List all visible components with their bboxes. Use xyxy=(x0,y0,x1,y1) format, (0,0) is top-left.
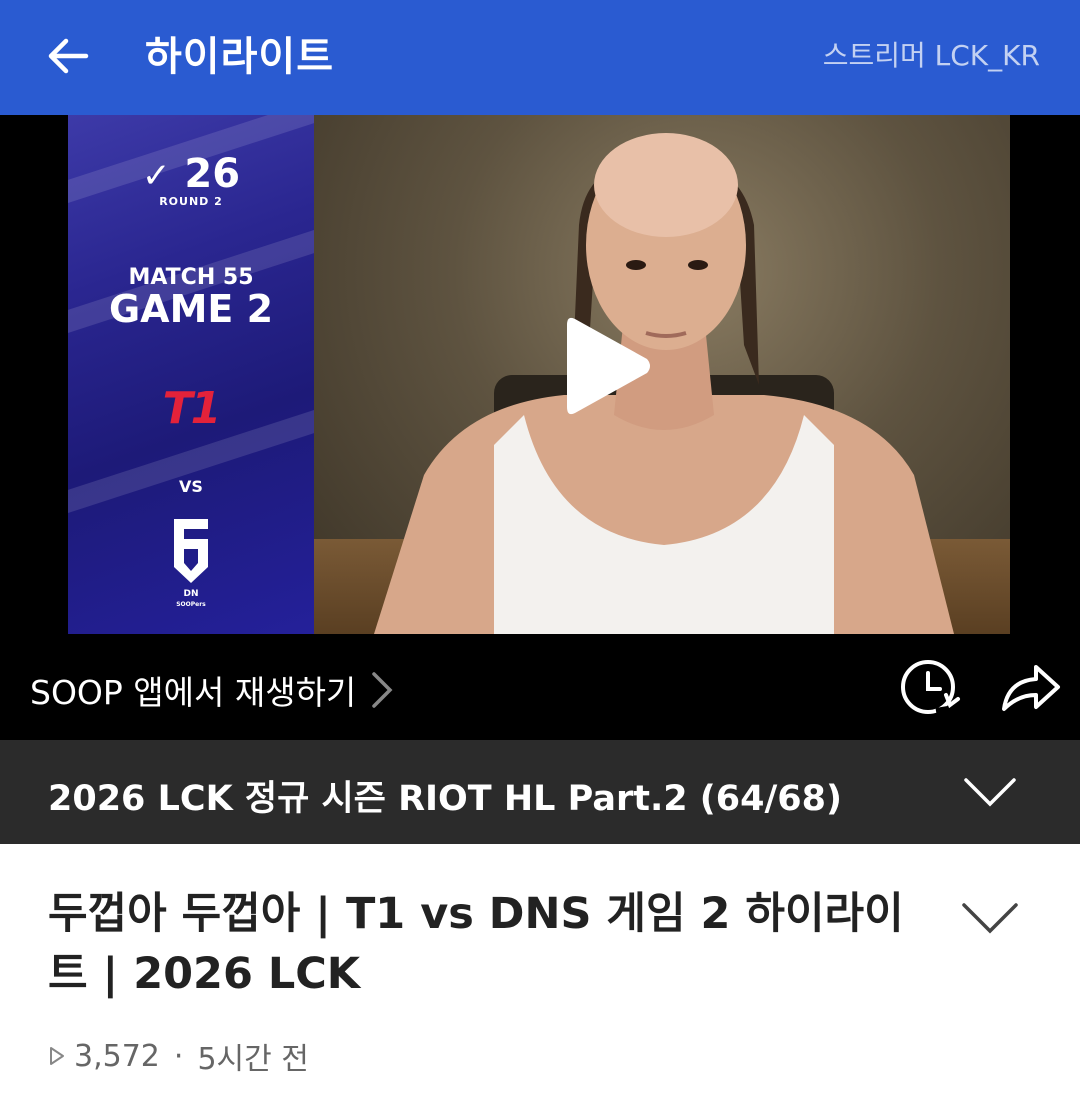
back-button[interactable] xyxy=(40,28,96,84)
thumbnail-photo xyxy=(314,115,1010,634)
page-title: 하이라이트 xyxy=(145,34,334,80)
season-logo-mark: ✓ xyxy=(141,156,171,196)
streamer-link[interactable]: 스트리머 LCK_KR xyxy=(823,34,1040,74)
expand-description-chevron-icon[interactable] xyxy=(960,893,1020,943)
open-in-app-link[interactable]: SOOP 앱에서 재생하기 xyxy=(30,666,394,714)
playlist-title: 2026 LCK 정규 시즌 RIOT HL Part.2 (64/68) xyxy=(48,779,842,819)
team2-label: DN xyxy=(183,589,199,599)
video-player[interactable]: ✓ 26 ROUND 2 MATCH 55 GAME 2 T1 VS DN SO… xyxy=(0,115,1080,740)
chevron-right-icon xyxy=(372,672,393,708)
game-label: GAME 2 xyxy=(108,287,274,331)
share-icon[interactable] xyxy=(998,655,1062,719)
open-in-app-label: SOOP 앱에서 재생하기 xyxy=(30,673,357,712)
video-meta: 3,572 · 5시간 전 xyxy=(48,1034,309,1078)
chevron-down-icon[interactable] xyxy=(962,768,1018,816)
upload-time: 5시간 전 xyxy=(197,1042,309,1077)
view-count: 3,572 xyxy=(74,1038,160,1074)
playlist-bar[interactable]: 2026 LCK 정규 시즌 RIOT HL Part.2 (64/68) xyxy=(0,740,1080,844)
team2-sublabel: SOOPers xyxy=(176,601,206,608)
team2-logo-icon xyxy=(174,519,208,583)
play-icon[interactable] xyxy=(563,311,653,421)
video-thumbnail[interactable]: ✓ 26 ROUND 2 MATCH 55 GAME 2 T1 VS DN SO… xyxy=(68,115,1010,634)
team1-logo: T1 xyxy=(162,383,222,434)
video-title: 두껍아 두껍아 | T1 vs DNS 게임 2 하이라이트 | 2026 LC… xyxy=(48,889,904,999)
meta-separator: · xyxy=(173,1038,184,1074)
round-label: ROUND 2 xyxy=(159,195,223,208)
vs-label: VS xyxy=(179,477,203,496)
watch-later-icon[interactable] xyxy=(898,655,962,719)
views-play-icon xyxy=(50,1047,64,1065)
arrow-left-icon xyxy=(48,38,89,74)
match-info-panel: ✓ 26 ROUND 2 MATCH 55 GAME 2 T1 VS DN SO… xyxy=(68,115,314,634)
person-figure xyxy=(374,133,954,634)
top-bar: 하이라이트 스트리머 LCK_KR xyxy=(0,0,1080,115)
season-logo: 26 xyxy=(184,151,241,197)
